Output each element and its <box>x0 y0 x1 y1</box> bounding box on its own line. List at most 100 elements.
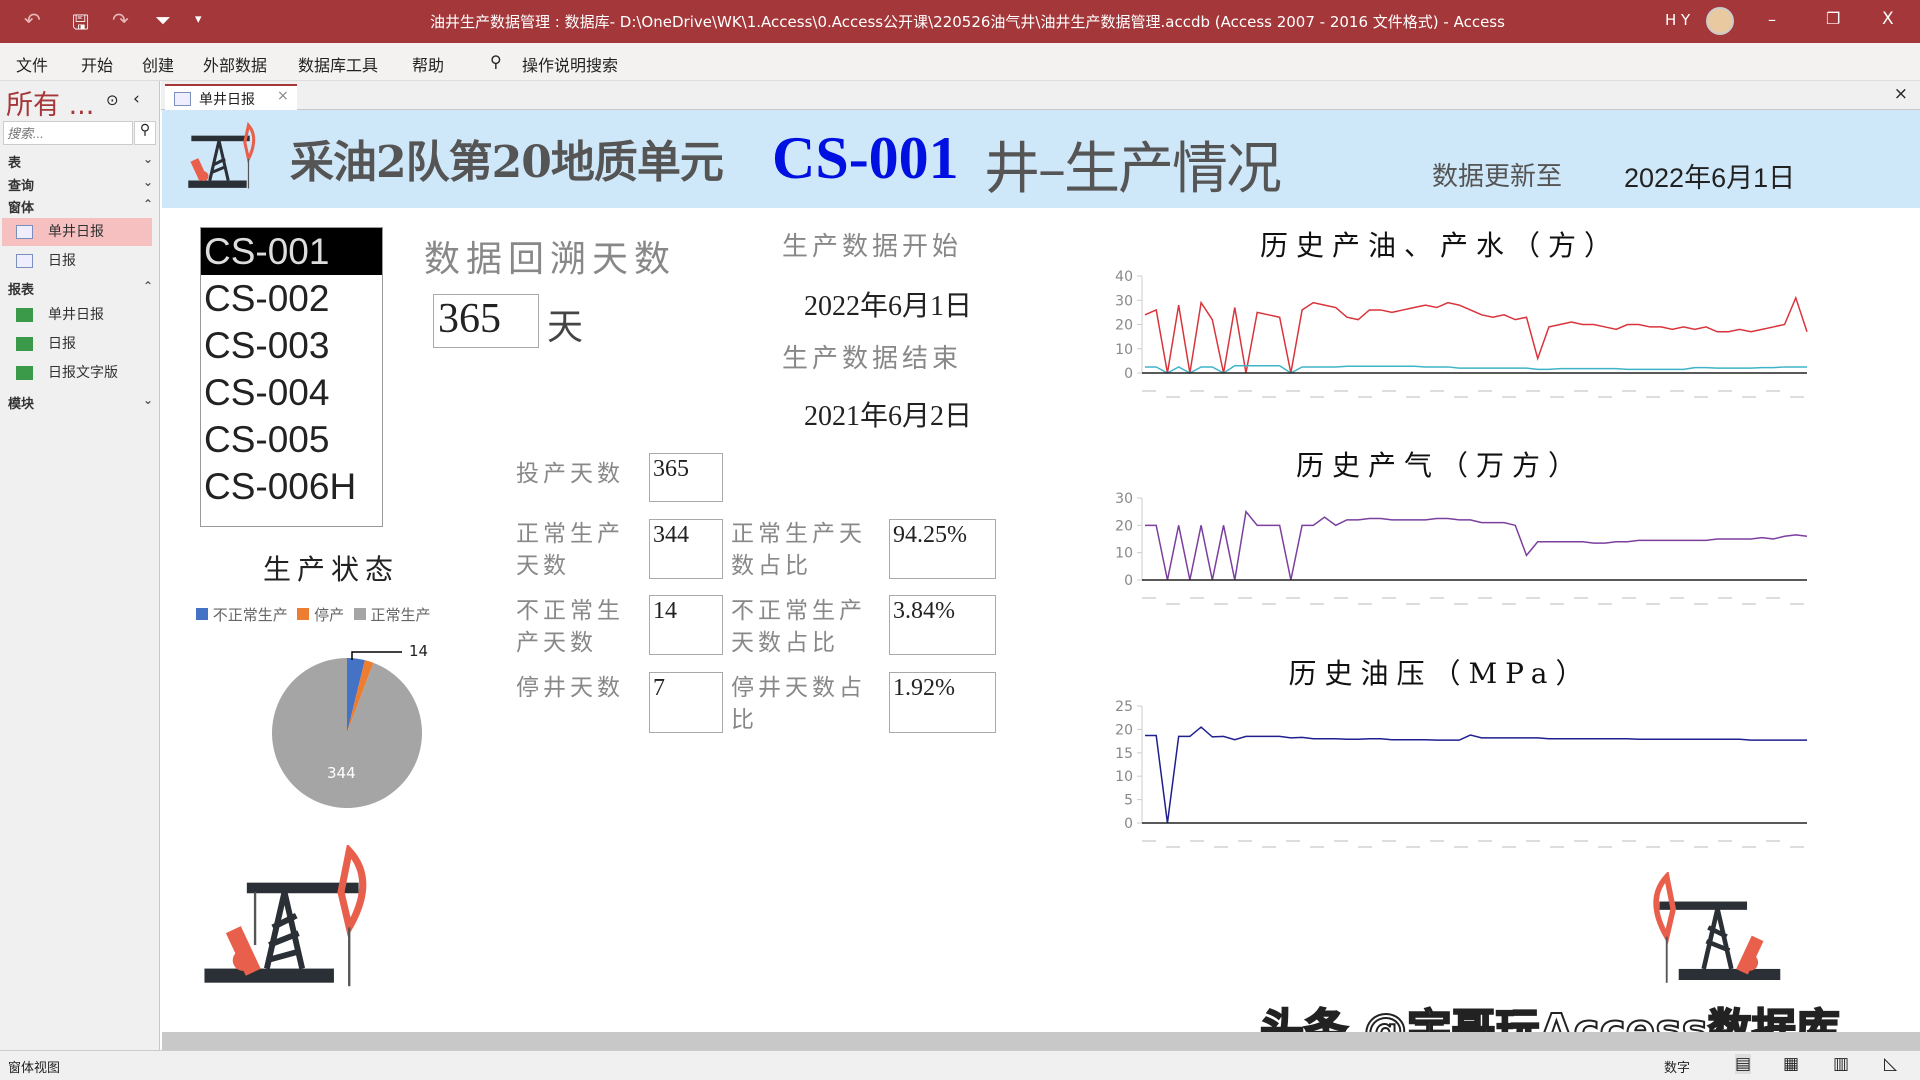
y-tick-label: 5 <box>1124 793 1133 809</box>
y-tick-label: 0 <box>1124 366 1133 382</box>
y-tick-label: 15 <box>1115 746 1133 762</box>
nav-group-forms[interactable]: 窗体⌃ <box>8 197 153 216</box>
design-view-icon[interactable]: ◺ <box>1884 1054 1897 1074</box>
oil-water-chart: 010203040 <box>1102 268 1822 418</box>
nav-group-tables[interactable]: 表⌄ <box>8 152 153 171</box>
form-icon <box>16 225 33 239</box>
menu-database-tools[interactable]: 数据库工具 <box>298 52 378 76</box>
well-list-item[interactable]: CS-005 <box>201 416 382 463</box>
y-tick-label: 10 <box>1115 342 1133 358</box>
pumpjack-illustration <box>1647 872 1788 992</box>
series-line-产气 <box>1145 512 1807 580</box>
tab-single-well-daily[interactable]: 单井日报 × <box>165 84 297 110</box>
y-tick-label: 30 <box>1115 293 1133 309</box>
normal-pct-label: 正常生产天数占比 <box>731 518 881 582</box>
legend-swatch <box>297 608 309 620</box>
abnormal-pct-value[interactable]: 3.84% <box>889 595 996 655</box>
pressure-chart-title: 历史油压（MPa） <box>1090 652 1790 692</box>
close-button[interactable]: X <box>1882 9 1894 29</box>
menu-help[interactable]: 帮助 <box>412 52 444 76</box>
nav-search-input[interactable] <box>3 121 133 145</box>
nav-group-queries[interactable]: 查询⌄ <box>8 175 153 194</box>
report-icon <box>16 366 33 380</box>
customize-toolbar-icon[interactable]: ▾ <box>195 12 202 27</box>
tell-me-search[interactable]: 操作说明搜索 <box>522 52 618 76</box>
normal-days-value[interactable]: 344 <box>649 519 723 579</box>
nav-item-label: 日报 <box>48 253 76 269</box>
nav-form-single-well-daily[interactable]: 单井日报 <box>2 218 152 246</box>
abnormal-pct-label: 不正常生产天数占比 <box>731 595 881 659</box>
nav-item-label: 单井日报 <box>48 307 104 323</box>
oil-water-chart-title: 历史产油、产水（方） <box>1090 224 1790 264</box>
num-lock-indicator: 数字 <box>1664 1057 1690 1076</box>
shut-days-value[interactable]: 7 <box>649 672 723 733</box>
gas-chart-title: 历史产气（万方） <box>1090 444 1790 484</box>
form-header: 采油2队第20地质单元 CS-001 井–生产情况 数据更新至 2022年6月1… <box>162 110 1920 208</box>
redo-icon[interactable]: ↷ <box>112 8 129 32</box>
nav-group-modules[interactable]: 模块 ⌄ <box>8 393 153 412</box>
menu-external-data[interactable]: 外部数据 <box>203 52 267 76</box>
nav-group-reports[interactable]: 报表 ⌃ <box>8 279 153 298</box>
data-label: 14 <box>409 642 428 660</box>
collapse-nav-icon[interactable]: ‹ <box>133 89 140 109</box>
search-icon[interactable]: ⚲ <box>134 121 156 145</box>
nav-menu-icon[interactable]: ⊙ <box>106 91 119 109</box>
nav-item-label: 日报 <box>48 336 76 352</box>
shut-pct-value[interactable]: 1.92% <box>889 672 996 733</box>
y-tick-label: 10 <box>1115 769 1133 785</box>
pumpjack-icon <box>176 116 262 202</box>
nav-item-label: 单井日报 <box>48 224 104 240</box>
avatar[interactable] <box>1706 7 1734 35</box>
nav-report-daily[interactable]: 日报 <box>2 330 152 358</box>
form-view-icon[interactable]: ▤ <box>1735 1054 1751 1074</box>
datasheet-view-icon[interactable]: ▦ <box>1783 1054 1799 1074</box>
undo-icon[interactable]: ↶ <box>24 8 41 32</box>
well-list-item[interactable]: CS-006H <box>201 463 382 510</box>
document-tabs: 单井日报 × × <box>161 81 1920 110</box>
shut-pct-label: 停井天数占比 <box>731 672 881 736</box>
chevron-down-icon: ⌄ <box>143 393 153 407</box>
nav-title[interactable]: 所有 ... <box>6 83 94 122</box>
nav-report-single-well-daily[interactable]: 单井日报 <box>2 301 152 329</box>
nav-form-daily[interactable]: 日报 <box>2 247 152 275</box>
search-icon: ⚲ <box>490 52 502 71</box>
group-label: 表 <box>8 156 21 171</box>
abnormal-days-value[interactable]: 14 <box>649 595 723 655</box>
layout-view-icon[interactable]: ▥ <box>1833 1054 1849 1074</box>
filter-icon[interactable]: ⏷ <box>155 8 171 32</box>
group-label: 模块 <box>8 397 34 412</box>
normal-pct-value[interactable]: 94.25% <box>889 519 996 579</box>
view-mode-label: 窗体视图 <box>8 1057 60 1076</box>
menu-create[interactable]: 创建 <box>142 52 174 76</box>
well-list-item[interactable]: CS-004 <box>201 369 382 416</box>
well-listbox[interactable]: CS-001 CS-002 CS-003 CS-004 CS-005 CS-00… <box>200 227 383 527</box>
restore-button[interactable]: ❐ <box>1826 9 1840 28</box>
chevron-up-icon: ⌃ <box>143 279 153 293</box>
well-list-item[interactable]: CS-002 <box>201 275 382 322</box>
window-title: 油井生产数据管理 : 数据库- D:\OneDrive\WK\1.Access\… <box>430 11 1505 32</box>
minimize-button[interactable]: – <box>1768 10 1776 29</box>
close-form-icon[interactable]: × <box>1894 84 1908 104</box>
group-label: 报表 <box>8 283 34 298</box>
normal-days-label: 正常生产天数 <box>516 518 641 582</box>
series-line-产油 <box>1145 298 1807 373</box>
lookback-days-input[interactable]: 365 <box>433 294 539 348</box>
horizontal-scrollbar[interactable] <box>162 1032 1920 1050</box>
menu-home[interactable]: 开始 <box>81 52 113 76</box>
y-tick-label: 0 <box>1124 816 1133 832</box>
close-tab-icon[interactable]: × <box>277 88 289 104</box>
save-icon[interactable]: 🖫 <box>72 8 89 42</box>
nav-report-daily-text[interactable]: 日报文字版 <box>2 359 152 387</box>
well-list-item[interactable]: CS-001 <box>201 228 382 275</box>
menu-file[interactable]: 文件 <box>16 52 48 76</box>
y-tick-label: 20 <box>1115 722 1133 738</box>
chevron-up-icon: ⌃ <box>143 197 153 211</box>
well-list-item[interactable]: CS-003 <box>201 322 382 369</box>
abnormal-days-label: 不正常生产天数 <box>516 595 641 659</box>
user-name: H Y <box>1665 11 1690 29</box>
pie-slice-正常生产 <box>272 658 422 808</box>
y-tick-label: 10 <box>1115 546 1133 562</box>
prod-days-label: 投产天数 <box>516 454 624 488</box>
pie-title: 生产状态 <box>263 548 399 588</box>
prod-days-value[interactable]: 365 <box>649 453 723 502</box>
